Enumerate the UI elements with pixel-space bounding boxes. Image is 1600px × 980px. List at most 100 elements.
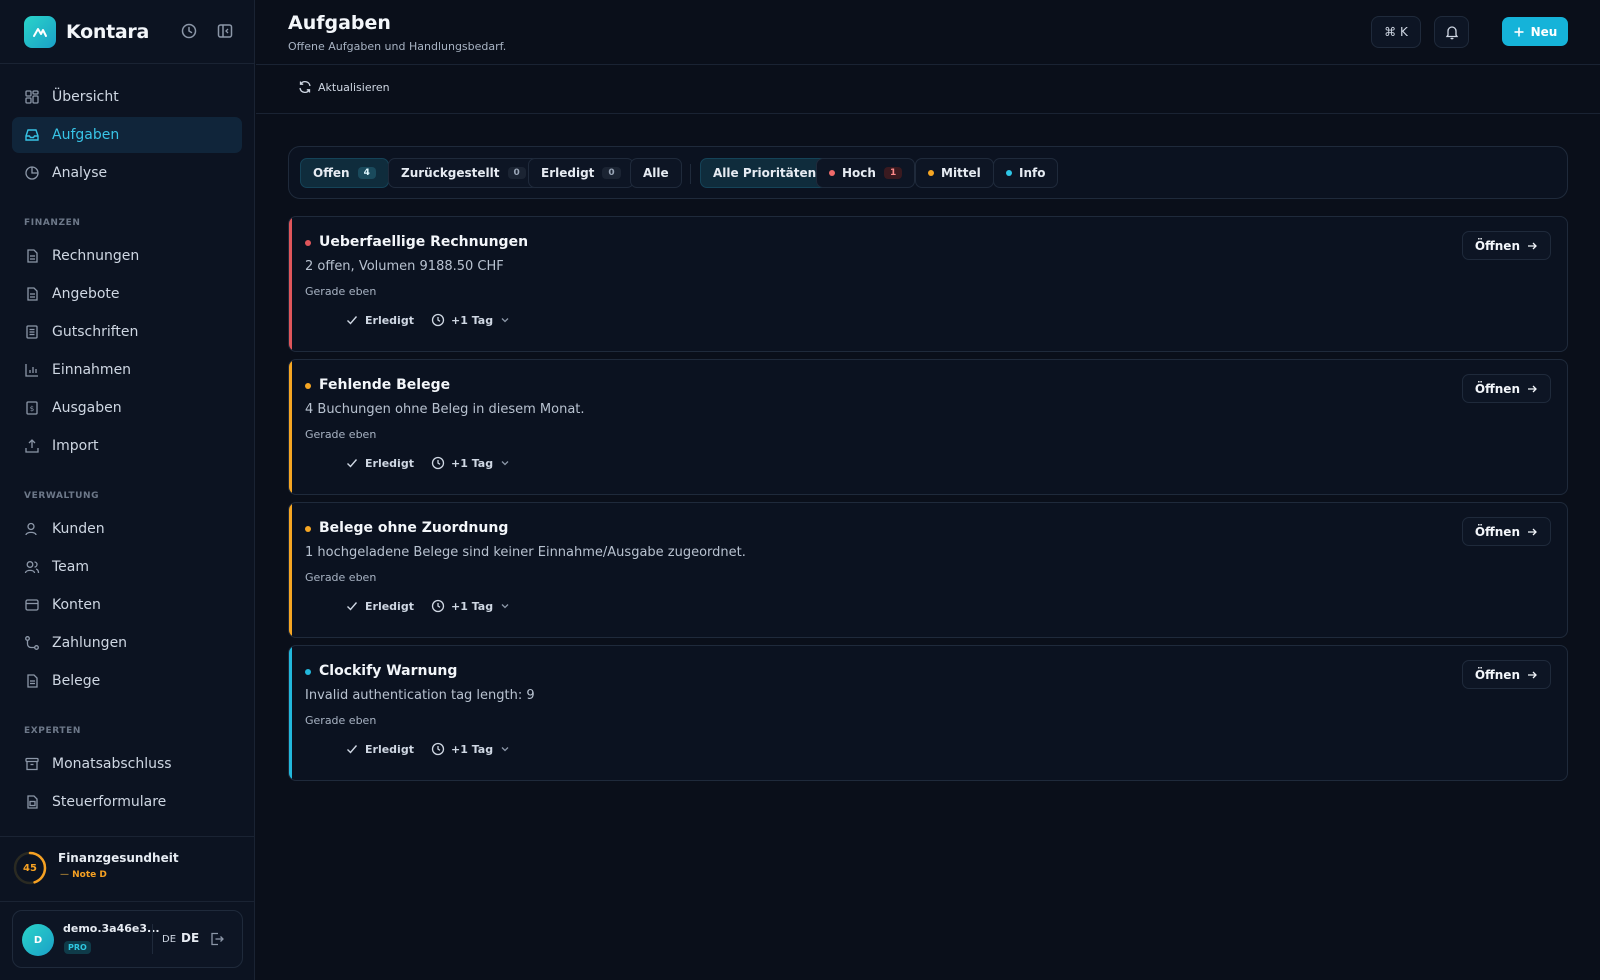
notifications-button[interactable] [1434,16,1469,48]
snooze-button[interactable]: +1 Tag [431,456,511,470]
priority-dot [305,526,311,532]
command-palette-button[interactable]: ⌘ K [1371,16,1421,48]
receipt-icon: $ [24,400,40,416]
sidebar-item-zahlungen[interactable]: Zahlungen [12,625,242,661]
priority-dot [305,383,311,389]
done-label: Erledigt [365,599,414,613]
svg-text:$: $ [30,405,34,413]
mark-done-button[interactable]: Erledigt [345,742,414,756]
mark-done-button[interactable]: Erledigt [345,456,414,470]
avatar[interactable]: D [22,924,54,956]
sidebar-item-kunden[interactable]: Kunden [12,511,242,547]
snooze-button[interactable]: +1 Tag [431,599,511,613]
logout-icon[interactable] [209,931,225,947]
user-name: demo.3a46e3... [63,922,160,935]
health-score: 45 [23,862,37,874]
sidebar-item-belege[interactable]: Belege [12,663,242,699]
language-flag[interactable]: DE [162,934,176,945]
finance-health-widget[interactable]: 45 Finanzgesundheit Note D [0,836,254,902]
kontara-logo-icon[interactable] [24,16,56,48]
sidebar-item-rechnungen[interactable]: Rechnungen [12,238,242,274]
history-icon[interactable] [180,22,198,40]
mark-done-button[interactable]: Erledigt [345,599,414,613]
snooze-label: +1 Tag [451,313,494,327]
check-icon [345,313,359,327]
user-divider [152,924,153,954]
sidebar-item-label: Monatsabschluss [52,756,172,772]
sidebar-item-angebote[interactable]: Angebote [12,276,242,312]
done-label: Erledigt [365,742,414,756]
sidebar-item-label: Angebote [52,286,120,302]
chevron-down-icon [499,314,511,326]
main-content: Aufgaben Offene Aufgaben und Handlungsbe… [256,0,1600,980]
filter-info[interactable]: Info [993,158,1059,188]
filter-offen[interactable]: Offen 4 [300,158,389,188]
filter-hoch[interactable]: Hoch 1 [816,158,916,188]
filter-alle[interactable]: Alle [630,158,682,188]
arrow-right-icon [1526,526,1538,538]
filter-alle-prioritaeten[interactable]: Alle Prioritäten [700,158,830,188]
sidebar-item-analyse[interactable]: Analyse [12,155,242,191]
sidebar-item-label: Analyse [52,165,108,181]
sidebar-item-monatsabschluss[interactable]: Monatsabschluss [12,746,242,782]
task-title: Ueberfaellige Rechnungen [319,234,529,250]
sidebar-item-label: Rechnungen [52,248,140,264]
filter-erledigt[interactable]: Erledigt 0 [528,158,634,188]
new-button[interactable]: Neu [1502,17,1568,46]
priority-dot [305,669,311,675]
snooze-label: +1 Tag [451,742,494,756]
filter-label: Mittel [941,166,981,180]
sidebar-item-import[interactable]: Import [12,428,242,464]
priority-high-dot [829,170,835,176]
open-task-button[interactable]: Öffnen [1461,517,1551,546]
sidebar-item-label: Team [52,559,90,575]
filter-count: 1 [883,167,903,179]
open-task-button[interactable]: Öffnen [1461,374,1551,403]
language-switcher[interactable]: DE [181,931,199,945]
open-label: Öffnen [1474,524,1520,539]
snooze-button[interactable]: +1 Tag [431,742,511,756]
section-experten: EXPERTEN [24,726,81,736]
open-task-button[interactable]: Öffnen [1461,660,1551,689]
filter-label: Offen [313,166,350,180]
sidebar-item-label: Übersicht [52,89,119,105]
refresh-button[interactable]: Aktualisieren [298,80,390,94]
sidebar-item-gutschriften[interactable]: Gutschriften [12,314,242,350]
sidebar-item-steuerformulare[interactable]: Steuerformulare [12,784,242,820]
health-grade: Note D [60,870,107,880]
sidebar-item-label: Steuerformulare [52,794,167,810]
sidebar-item-konten[interactable]: Konten [12,587,242,623]
brand-name: Kontara [66,21,149,43]
page-title: Aufgaben [288,12,391,34]
sidebar-item-einnahmen[interactable]: Einnahmen [12,352,242,388]
sidebar-item-ausgaben[interactable]: $ Ausgaben [12,390,242,426]
priority-stripe [289,503,292,637]
task-description: Invalid authentication tag length: 9 [305,688,535,703]
upload-icon [24,438,40,454]
sidebar-item-team[interactable]: Team [12,549,242,585]
sidebar-item-label: Ausgaben [52,400,122,416]
document-list-icon [24,324,40,340]
plan-badge: PRO [64,941,91,954]
mark-done-button[interactable]: Erledigt [345,313,414,327]
filter-zurueckgestellt[interactable]: Zurückgestellt 0 [388,158,539,188]
document-icon [24,248,40,264]
filter-count: 0 [602,167,621,179]
user-card[interactable]: D demo.3a46e3... PRO DE DE [12,910,243,968]
priority-stripe [289,217,292,351]
filter-label: Hoch [842,166,876,180]
collapse-sidebar-icon[interactable] [216,22,234,40]
task-title: Belege ohne Zuordnung [319,520,509,536]
priority-info-dot [1006,170,1012,176]
sidebar-item-aufgaben[interactable]: Aufgaben [12,117,242,153]
pie-chart-icon [24,165,40,181]
snooze-button[interactable]: +1 Tag [431,313,511,327]
filter-label: Erledigt [541,166,595,180]
open-task-button[interactable]: Öffnen [1461,231,1551,260]
users-icon [24,559,40,575]
sidebar-item-uebersicht[interactable]: Übersicht [12,79,242,115]
task-description: 2 offen, Volumen 9188.50 CHF [305,259,504,274]
user-icon [24,521,40,537]
sidebar-item-label: Einnahmen [52,362,132,378]
filter-mittel[interactable]: Mittel [915,158,994,188]
